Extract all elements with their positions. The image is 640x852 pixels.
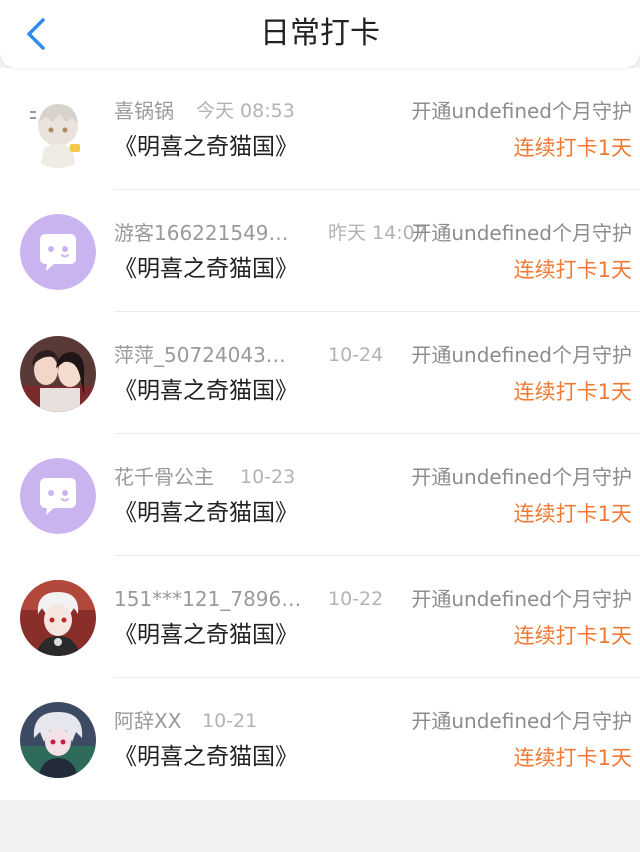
default-chat-avatar-icon: [20, 214, 96, 290]
checkin-time: 10-22: [328, 588, 384, 610]
checkin-time: 10-24: [328, 344, 384, 366]
game-title: 《明喜之奇猫国》: [114, 500, 298, 526]
photo-avatar-icon: [20, 336, 96, 412]
user-name: 喜锅锅: [114, 99, 174, 123]
list-item[interactable]: 萍萍_50724043… 10-24 《明喜之奇猫国》 开通undefined个…: [0, 312, 640, 434]
anime-avatar-icon: [20, 92, 96, 168]
guard-status: 开通undefined个月守护: [411, 99, 632, 123]
streak-label: 连续打卡1天: [513, 746, 632, 770]
game-title: 《明喜之奇猫国》: [114, 622, 298, 648]
game-title: 《明喜之奇猫国》: [114, 134, 298, 160]
checkin-time: 10-21: [202, 710, 258, 732]
list-item[interactable]: 阿辞XX 10-21 《明喜之奇猫国》 开通undefined个月守护 连续打卡…: [0, 678, 640, 800]
user-avatar[interactable]: [20, 580, 96, 656]
user-name: 151***121_7896…: [114, 587, 302, 611]
streak-label: 连续打卡1天: [513, 380, 632, 404]
user-name: 花千骨公主: [114, 465, 214, 489]
anime-avatar-icon: [20, 580, 96, 656]
user-avatar[interactable]: [20, 702, 96, 778]
anime-avatar-icon: [20, 702, 96, 778]
guard-status: 开通undefined个月守护: [411, 343, 632, 367]
checkin-time: 10-23: [240, 466, 296, 488]
streak-label: 连续打卡1天: [513, 136, 632, 160]
list-item[interactable]: 游客166221549… 昨天 14:07 《明喜之奇猫国》 开通undefin…: [0, 190, 640, 312]
list-item[interactable]: 花千骨公主 10-23 《明喜之奇猫国》 开通undefined个月守护 连续打…: [0, 434, 640, 556]
user-avatar[interactable]: [20, 214, 96, 290]
page-title: 日常打卡: [260, 16, 380, 51]
checkin-time: 今天 08:53: [196, 100, 295, 122]
list-item[interactable]: 喜锅锅 今天 08:53 《明喜之奇猫国》 开通undefined个月守护 连续…: [0, 68, 640, 190]
user-name: 游客166221549…: [114, 221, 289, 245]
default-chat-avatar-icon: [20, 458, 96, 534]
user-name: 阿辞XX: [114, 709, 182, 733]
game-title: 《明喜之奇猫国》: [114, 378, 298, 404]
streak-label: 连续打卡1天: [513, 624, 632, 648]
guard-status: 开通undefined个月守护: [411, 587, 632, 611]
checkin-list: 喜锅锅 今天 08:53 《明喜之奇猫国》 开通undefined个月守护 连续…: [0, 68, 640, 800]
user-avatar[interactable]: [20, 336, 96, 412]
user-avatar[interactable]: [20, 92, 96, 168]
guard-status: 开通undefined个月守护: [411, 221, 632, 245]
guard-status: 开通undefined个月守护: [411, 709, 632, 733]
top-nav-bar: 日常打卡: [0, 0, 640, 68]
game-title: 《明喜之奇猫国》: [114, 256, 298, 282]
streak-label: 连续打卡1天: [513, 502, 632, 526]
game-title: 《明喜之奇猫国》: [114, 744, 298, 770]
streak-label: 连续打卡1天: [513, 258, 632, 282]
user-avatar[interactable]: [20, 458, 96, 534]
list-item[interactable]: 151***121_7896… 10-22 《明喜之奇猫国》 开通undefin…: [0, 556, 640, 678]
guard-status: 开通undefined个月守护: [411, 465, 632, 489]
user-name: 萍萍_50724043…: [114, 343, 286, 367]
